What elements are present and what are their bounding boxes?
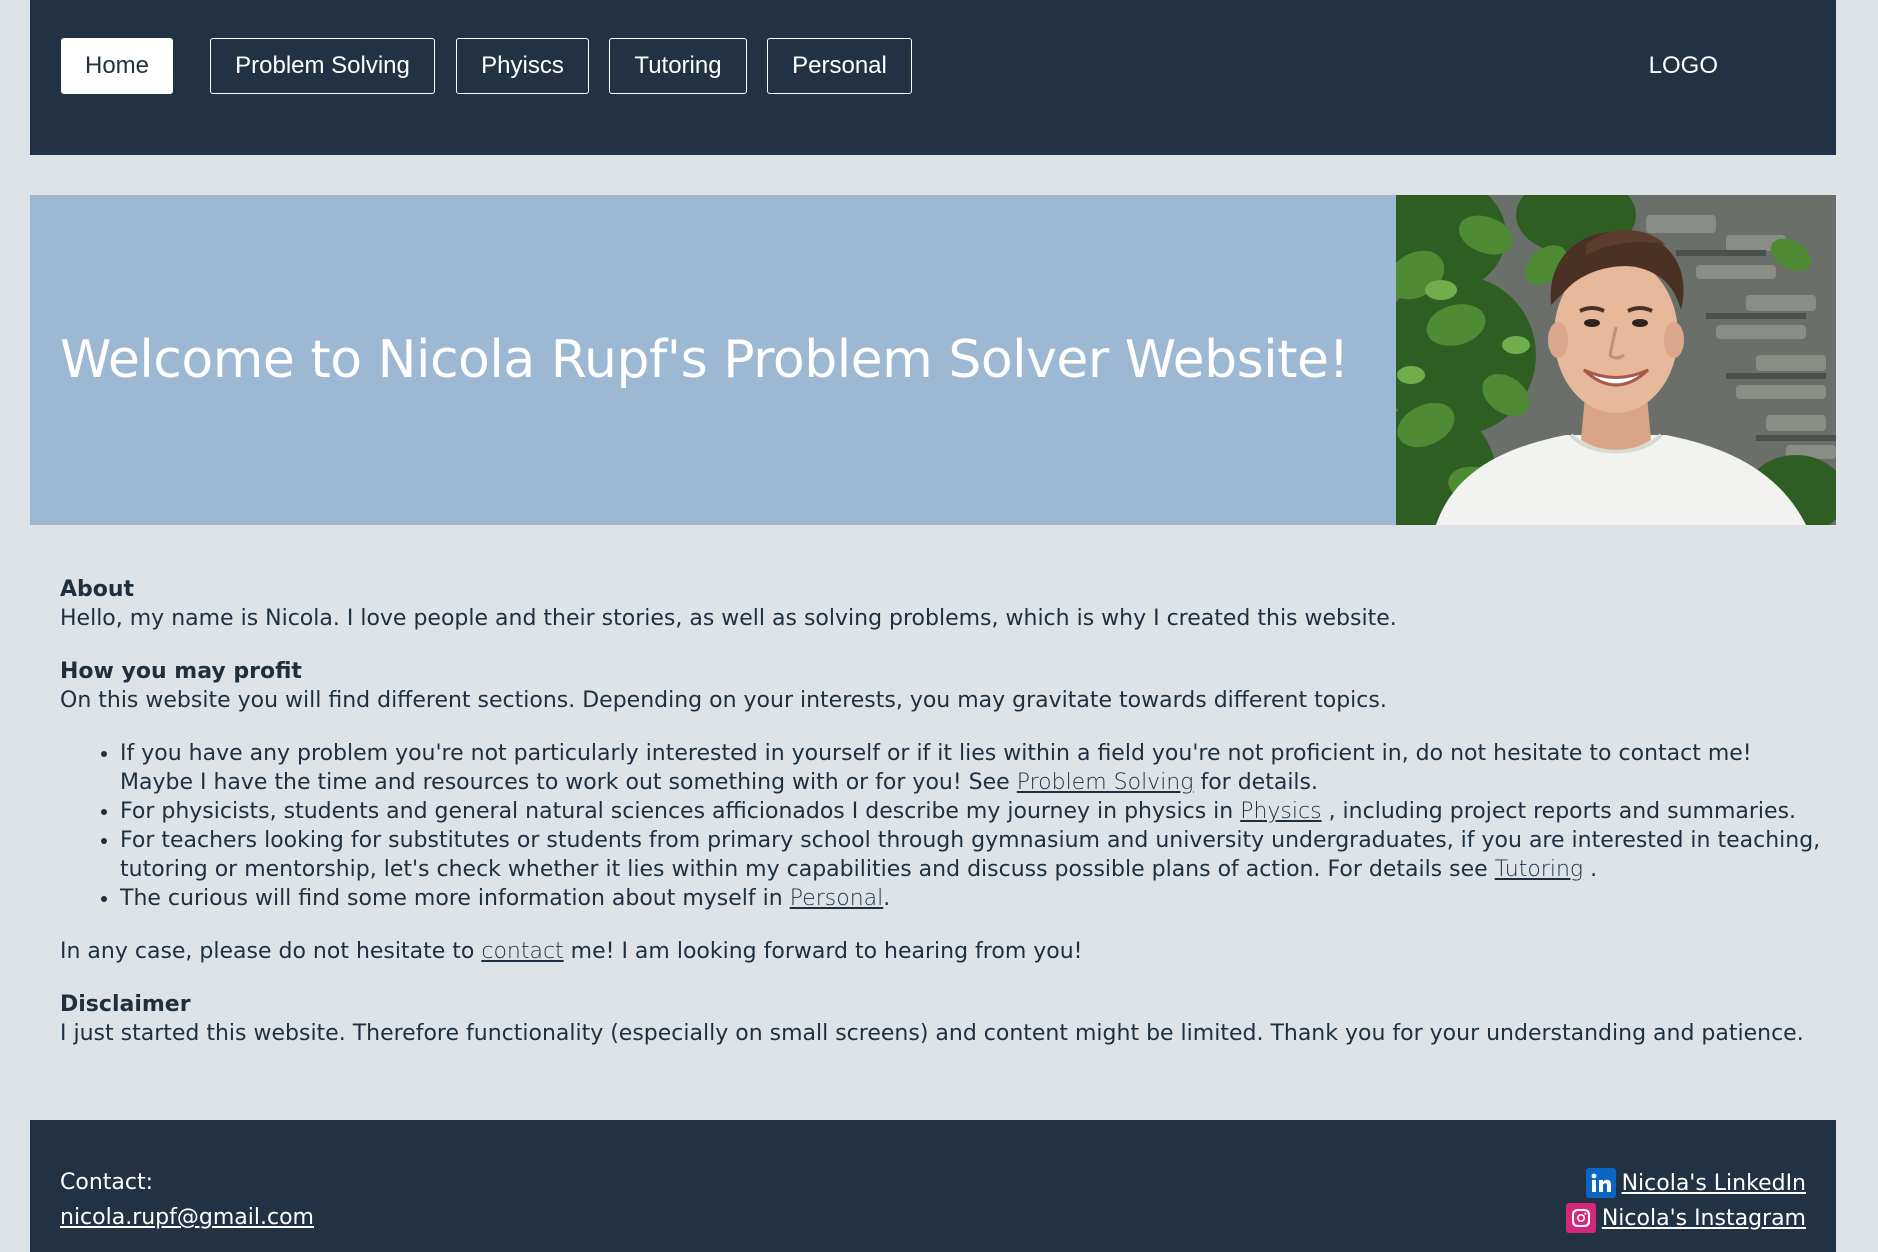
nav-personal-button[interactable]: Personal	[767, 38, 912, 94]
nav-physics-button[interactable]: Phyiscs	[456, 38, 589, 94]
list-item: For physicists, students and general nat…	[120, 797, 1830, 826]
list-item: The curious will find some more informat…	[120, 884, 1830, 913]
contact-paragraph: In any case, please do not hesitate to c…	[60, 939, 1083, 964]
linkedin-entry: Nicola's LinkedIn	[1585, 1168, 1806, 1198]
profit-text: On this website you will find different …	[60, 688, 1387, 713]
disclaimer-heading: Disclaimer	[60, 992, 191, 1017]
email-link[interactable]: nicola.rupf@gmail.com	[60, 1205, 314, 1230]
hero-title: Welcome to Nicola Rupf's Problem Solver …	[60, 330, 1349, 390]
hero-banner: Welcome to Nicola Rupf's Problem Solver …	[30, 195, 1836, 525]
personal-link[interactable]: Personal	[790, 886, 884, 911]
list-item: For teachers looking for substitutes or …	[120, 826, 1830, 884]
sections-list: If you have any problem you're not parti…	[60, 739, 1830, 913]
nav-home-button[interactable]: Home	[61, 38, 173, 94]
top-nav: Home Problem Solving Phyiscs Tutoring Pe…	[30, 0, 1836, 155]
about-text: Hello, my name is Nicola. I love people …	[60, 606, 1397, 631]
linkedin-link[interactable]: Nicola's LinkedIn	[1622, 1171, 1806, 1196]
disclaimer-text: I just started this website. Therefore f…	[60, 1021, 1804, 1046]
portrait-photo	[1396, 195, 1836, 525]
about-heading: About	[60, 577, 135, 602]
footer: Contact: nicola.rupf@gmail.com Nicola's …	[30, 1120, 1836, 1252]
instagram-link[interactable]: Nicola's Instagram	[1602, 1206, 1806, 1231]
contact-link[interactable]: contact	[481, 939, 563, 964]
contact-label: Contact:	[60, 1170, 154, 1195]
profit-heading: How you may profit	[60, 659, 302, 684]
instagram-icon	[1565, 1203, 1596, 1233]
nav-problem-solving-button[interactable]: Problem Solving	[210, 38, 435, 94]
site-logo[interactable]: LOGO	[1649, 52, 1718, 80]
problem-solving-link[interactable]: Problem Solving	[1017, 770, 1194, 795]
instagram-entry: Nicola's Instagram	[1565, 1203, 1806, 1233]
physics-link[interactable]: Physics	[1240, 799, 1321, 824]
tutoring-link[interactable]: Tutoring	[1495, 857, 1583, 882]
linkedin-icon	[1585, 1168, 1616, 1198]
nav-tutoring-button[interactable]: Tutoring	[609, 38, 747, 94]
main-content: About Hello, my name is Nicola. I love p…	[60, 575, 1830, 1072]
list-item: If you have any problem you're not parti…	[120, 739, 1830, 797]
